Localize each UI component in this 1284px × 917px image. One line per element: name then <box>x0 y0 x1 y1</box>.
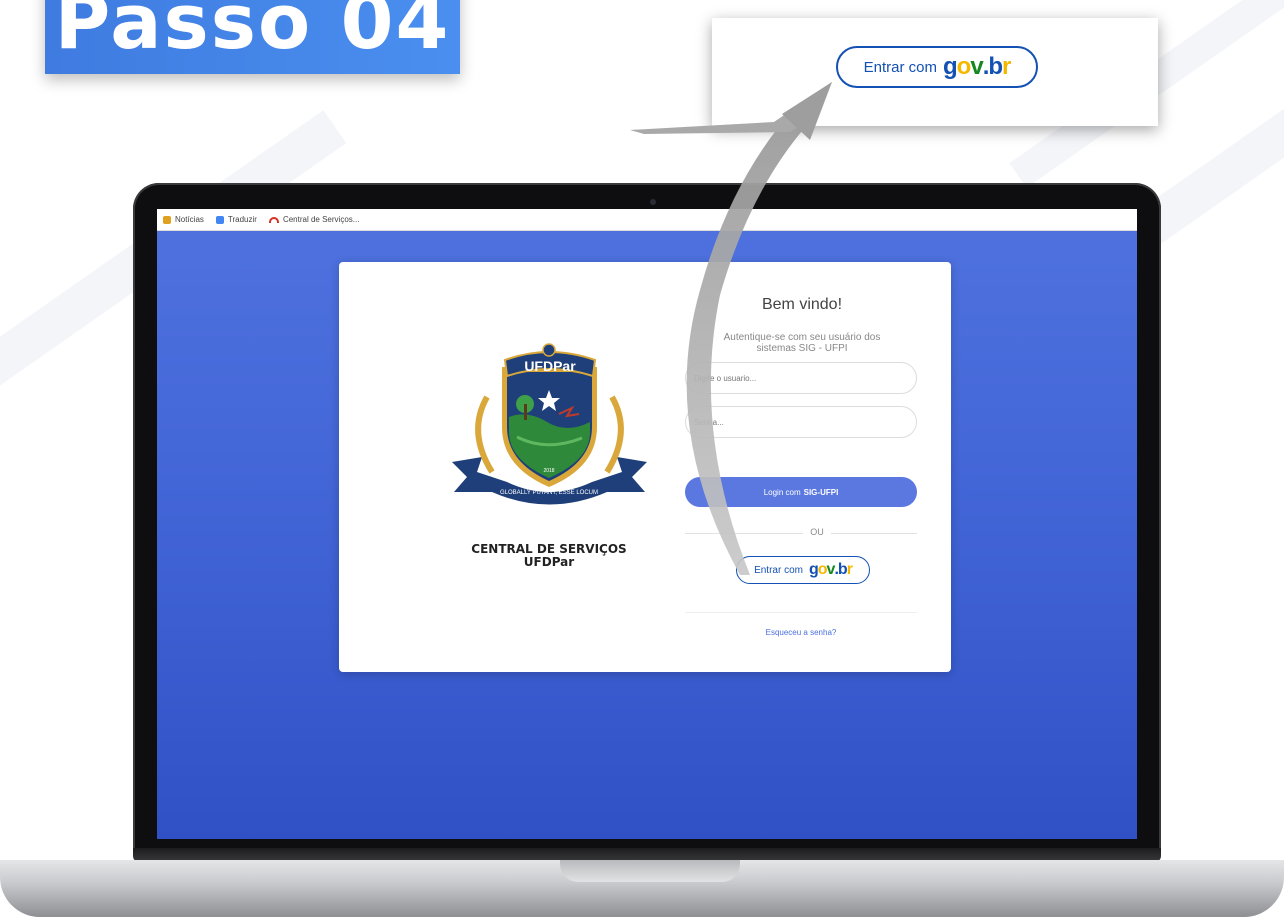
subtitle-line2: sistemas SIG - UFPI <box>756 343 848 354</box>
laptop-screen: Notícias Traduzir Central de Serviços... <box>157 209 1137 839</box>
govbr-logo: gov.br <box>942 53 1011 80</box>
translate-icon <box>215 215 224 224</box>
institution-line2: UFDPar <box>523 555 575 569</box>
sig-button-label: Login com <box>763 487 801 497</box>
ufdpar-crest-logo: UFDPar 2018 GLOBALLY PUTANT, ESSE LOCUM <box>452 343 647 505</box>
arc-icon <box>268 216 279 223</box>
bookmark-noticias[interactable]: Notícias <box>163 215 204 224</box>
bookmark-label: Notícias <box>175 215 204 224</box>
crest-year: 2018 <box>543 468 554 474</box>
govbr-button-label: Entrar com <box>754 564 803 576</box>
callout-govbr-label: Entrar com <box>863 58 937 76</box>
bookmark-label: Central de Serviços... <box>282 215 360 224</box>
callout-govbr-button[interactable]: Entrar com gov.br <box>836 46 1038 88</box>
bookmark-traduzir[interactable]: Traduzir <box>215 215 257 224</box>
bookmark-central-servicos[interactable]: Central de Serviços... <box>268 215 360 224</box>
welcome-heading: Bem vindo! <box>761 296 843 313</box>
login-card: UFDPar 2018 GLOBALLY PUTANT, ESSE LOCUM … <box>339 262 951 672</box>
laptop-notch <box>560 860 740 882</box>
crest-name-text: UFDPar <box>524 358 576 374</box>
divider-left <box>685 533 803 534</box>
step-badge: Passo 04 <box>45 0 460 74</box>
camera-icon <box>650 199 656 205</box>
sig-button-bold: SIG-UFPI <box>803 487 839 497</box>
subtitle-line1: Autentique-se com seu usuário dos <box>723 332 881 343</box>
divider-right <box>831 533 917 534</box>
bookmarks-bar: Notícias Traduzir Central de Serviços... <box>157 209 1137 231</box>
footer-divider <box>685 612 917 613</box>
govbr-logo: gov.br <box>808 561 853 578</box>
news-icon <box>163 215 171 224</box>
password-input[interactable] <box>685 406 917 438</box>
login-subtitle: Autentique-se com seu usuário dos sistem… <box>705 332 899 354</box>
institution-title: CENTRAL DE SERVIÇOS UFDPar <box>439 543 659 569</box>
zoom-callout: Entrar com gov.br <box>712 18 1158 126</box>
bookmark-label: Traduzir <box>227 215 257 224</box>
crest-motto: GLOBALLY PUTANT, ESSE LOCUM <box>500 490 598 496</box>
login-sig-ufpi-button[interactable]: Login com SIG-UFPI <box>685 477 917 507</box>
forgot-password-link[interactable]: Esqueceu a senha? <box>685 628 917 637</box>
govbr-login-button[interactable]: Entrar com gov.br <box>736 556 870 584</box>
or-separator: OU <box>810 527 824 537</box>
username-input[interactable] <box>685 362 917 394</box>
